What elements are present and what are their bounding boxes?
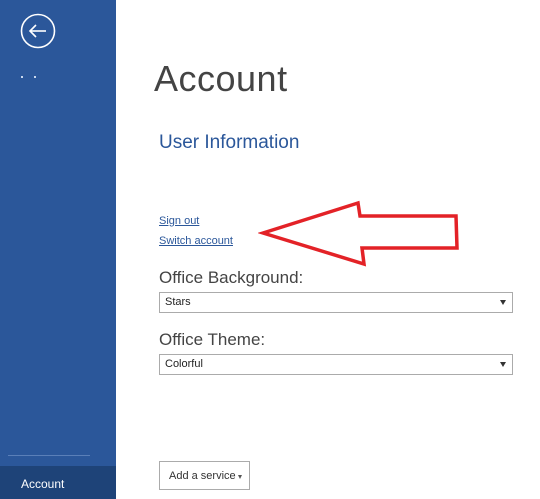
dropdown-arrow-icon [500, 362, 506, 367]
sign-out-link[interactable]: Sign out [159, 215, 199, 227]
office-theme-value: Colorful [165, 358, 203, 370]
account-window: Account Account User Information Sign ou… [0, 0, 540, 499]
office-theme-label: Office Theme: [159, 330, 266, 349]
office-theme-dropdown[interactable]: Colorful [159, 354, 513, 375]
caret-down-icon [238, 475, 242, 479]
sidebar-menu-mark [21, 76, 23, 78]
annotation-arrow-icon [258, 200, 459, 267]
add-service-button[interactable]: Add a service [159, 461, 250, 490]
office-background-label: Office Background: [159, 268, 304, 287]
page-title: Account [154, 58, 288, 99]
add-service-label: Add a service [169, 470, 236, 482]
back-button[interactable] [20, 13, 56, 49]
section-title-user-information: User Information [159, 132, 300, 153]
back-arrow-icon [20, 13, 56, 49]
sidebar-item-account[interactable]: Account [0, 466, 116, 499]
office-background-dropdown[interactable]: Stars [159, 292, 513, 313]
sidebar-menu-mark [34, 76, 36, 78]
backstage-sidebar: Account [0, 0, 116, 499]
sidebar-divider [8, 455, 90, 456]
dropdown-arrow-icon [500, 300, 506, 305]
switch-account-link[interactable]: Switch account [159, 235, 233, 247]
sidebar-item-label: Account [21, 477, 65, 491]
office-background-value: Stars [165, 296, 191, 308]
